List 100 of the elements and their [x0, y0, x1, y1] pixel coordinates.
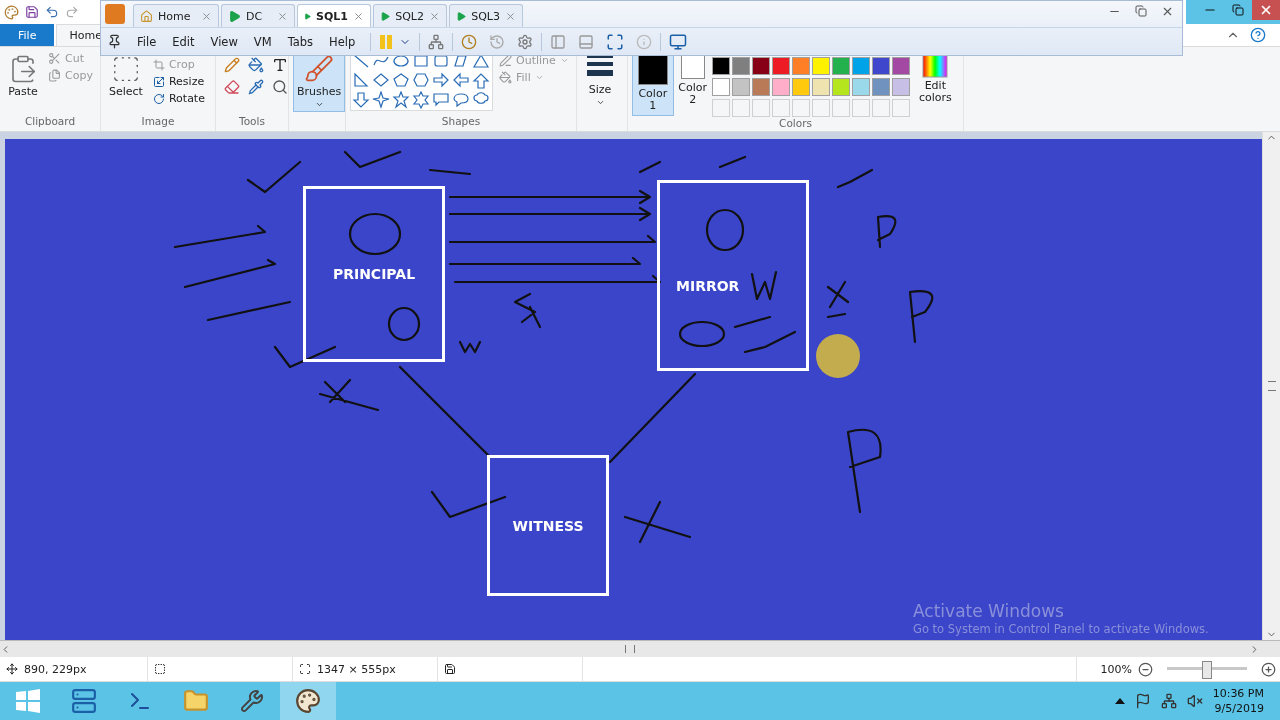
- close-tab-icon[interactable]: [429, 10, 440, 22]
- zoom-out-icon[interactable]: [1138, 661, 1153, 677]
- palette-swatch[interactable]: [731, 78, 750, 96]
- close-tab-icon[interactable]: [277, 10, 288, 22]
- pin-icon[interactable]: [107, 34, 122, 49]
- resize-button[interactable]: Resize: [150, 74, 207, 89]
- down-arrow-icon[interactable]: [352, 91, 370, 109]
- six-point-star-icon[interactable]: [412, 91, 430, 109]
- show-hidden-icons-icon[interactable]: [1114, 698, 1125, 704]
- full-screen-icon[interactable]: [606, 32, 625, 51]
- palette-swatch[interactable]: [791, 78, 810, 96]
- vm-tab[interactable]: SQL3: [449, 4, 523, 27]
- palette-swatch[interactable]: [771, 57, 790, 75]
- callout-icon[interactable]: [432, 91, 450, 109]
- menu-item[interactable]: File: [130, 34, 164, 49]
- undo-icon[interactable]: [45, 5, 59, 19]
- taskbar-button[interactable]: [280, 682, 336, 720]
- tab-label: Home: [158, 9, 191, 23]
- close-button[interactable]: [1252, 0, 1280, 20]
- clock-date[interactable]: 9/5/2019: [1214, 701, 1264, 716]
- selection-size-icon: [154, 663, 166, 675]
- five-point-star-icon[interactable]: [392, 91, 410, 109]
- fill-bucket-icon[interactable]: [248, 57, 264, 73]
- palette-swatch[interactable]: [771, 78, 790, 96]
- sidebar-icon[interactable]: [550, 33, 567, 50]
- select-button[interactable]: Select: [105, 51, 147, 101]
- vm-tab[interactable]: DC: [221, 4, 295, 27]
- palette-swatch[interactable]: [711, 57, 730, 75]
- snapshot-manager-icon[interactable]: [517, 33, 534, 50]
- hexagon-icon[interactable]: [412, 72, 430, 90]
- clock-time[interactable]: 10:36 PM: [1212, 686, 1264, 701]
- right-arrow-icon[interactable]: [432, 72, 450, 90]
- zoom-in-icon[interactable]: [1261, 661, 1276, 677]
- vm-tab[interactable]: SQL1: [297, 4, 371, 27]
- palette-swatch[interactable]: [871, 57, 890, 75]
- palette-swatch[interactable]: [751, 78, 770, 96]
- group-label: Clipboard: [23, 115, 77, 129]
- vm-tab[interactable]: Home: [133, 4, 219, 27]
- right-triangle-icon[interactable]: [352, 72, 370, 90]
- caret-icon: [314, 100, 324, 109]
- restore-icon[interactable]: [1135, 5, 1147, 17]
- eraser-icon[interactable]: [224, 79, 240, 95]
- close-icon[interactable]: [1161, 5, 1174, 18]
- close-tab-icon[interactable]: [201, 10, 212, 22]
- palette-swatch[interactable]: [851, 78, 870, 96]
- pentagon-icon[interactable]: [392, 72, 410, 90]
- palette-swatch[interactable]: [871, 78, 890, 96]
- close-tab-icon[interactable]: [353, 10, 364, 22]
- scroll-grip[interactable]: [625, 645, 635, 653]
- file-menu-button[interactable]: File: [0, 24, 55, 46]
- magnifier-icon[interactable]: [272, 79, 288, 95]
- palette-swatch[interactable]: [891, 57, 910, 75]
- size-button[interactable]: Size: [581, 51, 619, 110]
- slider-thumb[interactable]: [1202, 661, 1212, 679]
- diagram-node: PRINCIPAL: [303, 186, 445, 362]
- palette-swatch[interactable]: [751, 57, 770, 75]
- palette-swatch[interactable]: [831, 57, 850, 75]
- redo-icon[interactable]: [65, 5, 79, 19]
- close-tab-icon[interactable]: [505, 10, 516, 22]
- up-arrow-icon[interactable]: [472, 72, 490, 90]
- wrench-icon: [240, 689, 264, 713]
- save-icon[interactable]: [25, 5, 39, 19]
- menu-item[interactable]: Edit: [165, 34, 202, 49]
- palette-swatch[interactable]: [891, 78, 910, 96]
- four-point-star-icon[interactable]: [372, 91, 390, 109]
- flag-icon[interactable]: [1134, 693, 1151, 709]
- palette-swatch[interactable]: [811, 57, 830, 75]
- menu-item[interactable]: Help: [322, 34, 363, 49]
- thumbnail-bar-icon[interactable]: [578, 33, 595, 50]
- network-icon[interactable]: [1160, 693, 1177, 709]
- palette-swatch[interactable]: [731, 57, 750, 75]
- palette-swatch[interactable]: [711, 78, 730, 96]
- rotate-button[interactable]: Rotate: [150, 91, 207, 106]
- text-tool-icon[interactable]: [272, 57, 288, 73]
- vm-app-icon: [105, 4, 125, 24]
- help-icon[interactable]: [1250, 27, 1266, 43]
- color-slot-button[interactable]: Color 2: [675, 51, 710, 110]
- paste-button[interactable]: Paste: [4, 51, 42, 101]
- zoom-level: 100%: [1100, 662, 1132, 676]
- palette-swatch[interactable]: [851, 57, 870, 75]
- menu-item[interactable]: VM: [246, 34, 279, 49]
- color-picker-icon[interactable]: [248, 79, 264, 95]
- pencil-icon[interactable]: [224, 57, 240, 73]
- scroll-grip[interactable]: [1267, 381, 1276, 391]
- cursor-position: 890, 229px: [24, 662, 87, 676]
- menu-item[interactable]: Tabs: [280, 34, 321, 49]
- drawing-canvas[interactable]: PRINCIPAL MIRROR WITNESS Activate Windows Go to System in Control Panel to activate Windows.: [5, 139, 1262, 640]
- speaker-muted-icon[interactable]: [1186, 693, 1203, 709]
- edit-colors-button[interactable]: Edit colors: [911, 51, 959, 107]
- folder-icon: [183, 688, 209, 714]
- oval-callout-icon[interactable]: [452, 91, 470, 109]
- vm-tab[interactable]: SQL2: [373, 4, 447, 27]
- triangle-icon[interactable]: [472, 53, 490, 71]
- network-icon[interactable]: [428, 33, 445, 50]
- vm-running-icon: [228, 9, 241, 23]
- palette-swatch[interactable]: [811, 78, 830, 96]
- left-arrow-icon[interactable]: [452, 72, 470, 90]
- palette-swatch[interactable]: [791, 57, 810, 75]
- menu-item[interactable]: View: [203, 34, 245, 49]
- palette-swatch[interactable]: [831, 78, 850, 96]
